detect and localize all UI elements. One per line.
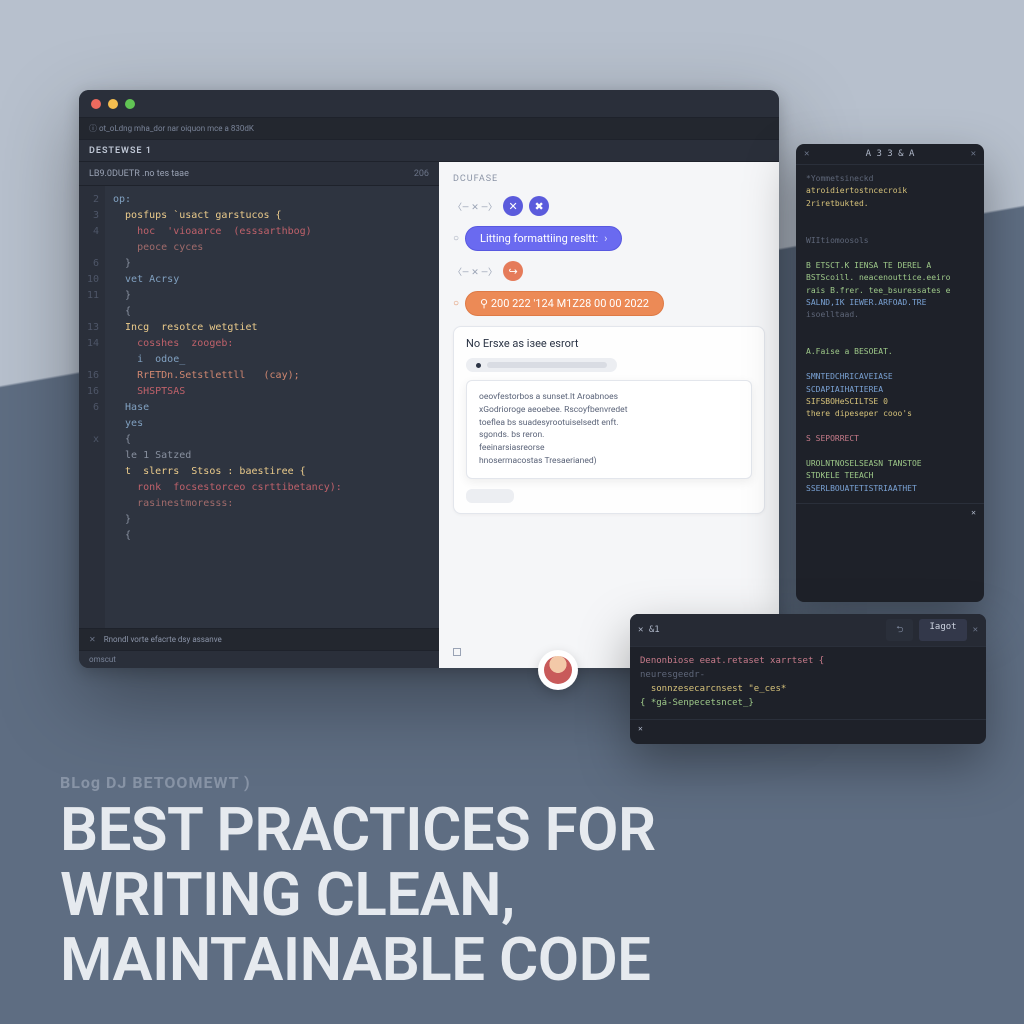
close-icon[interactable]: ✕ — [89, 635, 96, 644]
editor-tab-strip[interactable]: ⓘ ot_oLdng mha_dor nar oiquon mce a 830d… — [79, 118, 779, 140]
avatar[interactable] — [538, 650, 578, 690]
panel-tab-label: DCUFASE — [453, 174, 765, 184]
timestamp-pill[interactable]: ⚲ 200 222 '124 M1Z28 00 00 2022 — [465, 291, 664, 316]
status-message: Rnondl vorte efacrte dsy assanve — [104, 635, 222, 644]
terminal-title-marker: ✕ &1 — [638, 625, 660, 635]
close-icon[interactable]: ✕ — [804, 149, 809, 159]
close-icon[interactable]: ✕ — [973, 625, 978, 635]
terminal-output[interactable]: Denonbiose eeat.retaset xarrtset {neures… — [630, 647, 986, 719]
hero-title-line-2: WRITING CLEAN, — [60, 863, 984, 928]
maximize-icon[interactable] — [125, 99, 135, 109]
editor-footer-label: omscut — [79, 650, 439, 668]
redo-badge-icon[interactable]: ↪ — [503, 261, 523, 281]
minimize-icon[interactable] — [108, 99, 118, 109]
file-tab[interactable]: LB9.0DUETR .no tes taae 206 — [79, 162, 439, 186]
code-pane: LB9.0DUETR .no tes taae 206 234610111314… — [79, 162, 439, 668]
code-content[interactable]: op: posfups `usact garstucos { hoc 'vioa… — [105, 186, 439, 628]
explorer-section-label: DESTEWSE 1 — [79, 140, 779, 162]
output-log-window: ✕ А 3 З & А ✕ *Yommetsineckdatroidiertos… — [796, 144, 984, 602]
arrow-indicator: 〈— ✕ —〉 — [453, 265, 497, 278]
error-badge-icon[interactable]: ✖ — [529, 196, 549, 216]
hero-title-line-3: MAINTAINABLE CODE — [60, 928, 984, 993]
error-detail-card: No Ersxe as iзee esrort oeovfestorbos a … — [453, 326, 765, 514]
window-titlebar[interactable] — [79, 90, 779, 118]
cursor-icon — [476, 363, 481, 368]
log-window-titlebar[interactable]: ✕ А 3 З & А ✕ — [796, 144, 984, 165]
close-icon[interactable]: ✕ — [971, 508, 976, 517]
code-editor-window: ⓘ ot_oLdng mha_dor nar oiquon mce a 830d… — [79, 90, 779, 668]
close-badge-icon[interactable]: ✕ — [503, 196, 523, 216]
lint-results-panel: DCUFASE 〈— ✕ —〉 ✕ ✖ ○ Litting formattiin… — [439, 162, 779, 668]
log-window-title: А 3 З & А — [866, 149, 915, 159]
hero-title-line-1: BEST PRACTICES FOR — [60, 798, 984, 863]
log-output[interactable]: *Yommetsineckdatroidiertostncecroik2rire… — [796, 165, 984, 503]
placeholder-chip — [466, 489, 514, 503]
avatar-image — [544, 656, 572, 684]
blog-category-label: BLog DJ BETOOMEWT ) — [60, 773, 251, 792]
terminal-titlebar[interactable]: ✕ &1 ⮌ Iagot ✕ — [630, 614, 986, 647]
close-icon[interactable]: ✕ — [971, 149, 976, 159]
timestamp-label: ⚲ 200 222 '124 M1Z28 00 00 2022 — [480, 297, 649, 310]
layout-tab-button[interactable]: Iagot — [919, 619, 966, 641]
file-tab-line-count: 206 — [414, 169, 429, 179]
line-number-gutter: 23461011131416166x — [79, 186, 105, 628]
editor-status-bar: ✕ Rnondl vorte efacrte dsy assanve — [79, 628, 439, 650]
file-tab-name: LB9.0DUETR .no tes taae — [89, 169, 189, 179]
close-icon[interactable]: ✕ — [638, 724, 643, 733]
terminal-window: ✕ &1 ⮌ Iagot ✕ Denonbiose eeat.retaset x… — [630, 614, 986, 744]
error-card-title: No Ersxe as iзee esrort — [466, 337, 752, 350]
close-icon[interactable] — [91, 99, 101, 109]
checkbox-icon[interactable] — [453, 648, 461, 656]
hero-title: BEST PRACTICES FOR WRITING CLEAN, MAINTA… — [60, 798, 984, 992]
filter-input[interactable] — [466, 358, 617, 372]
arrow-indicator: 〈— ✕ —〉 — [453, 200, 497, 213]
error-tooltip: oeovfestorbos a sunset.lt Aroabnoes xGod… — [466, 380, 752, 479]
lint-result-label: Litting formattiing resltt: — [480, 232, 598, 245]
lint-result-pill[interactable]: Litting formattiing resltt: › — [465, 226, 622, 251]
undo-button[interactable]: ⮌ — [886, 619, 913, 641]
